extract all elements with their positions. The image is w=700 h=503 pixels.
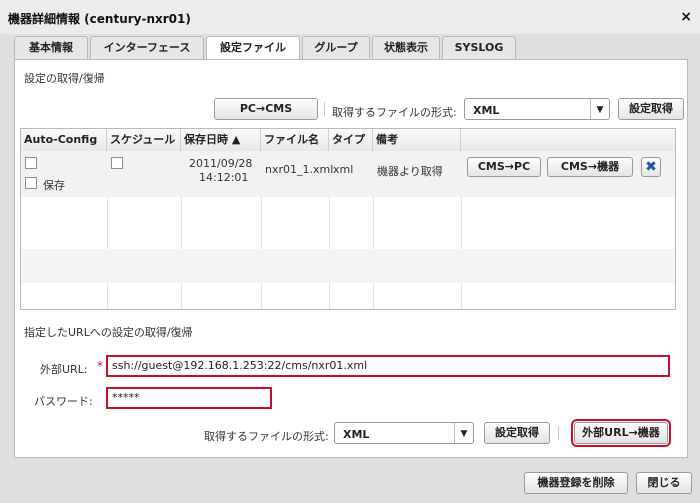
table-row-empty — [21, 249, 675, 283]
required-mark: * — [97, 359, 103, 373]
url-format-label: 取得するファイルの形式: — [204, 430, 329, 443]
tab-syslog[interactable]: SYSLOG — [442, 36, 516, 59]
device-detail-dialog: 機器詳細情報 (century-nxr01) × 基本情報 インターフェース 設… — [0, 0, 700, 503]
table-header: Auto-Config スケジュール 保存日時 ▲ ファイル名 タイプ 備考 — [21, 129, 675, 152]
url-label: 外部URL: — [40, 363, 88, 376]
external-url-input[interactable]: ssh://guest@192.168.1.253:22/cms/nxr01.x… — [106, 355, 670, 377]
cms-to-device-button[interactable]: CMS→機器 — [547, 157, 633, 177]
pc-to-cms-button[interactable]: PC→CMS — [214, 98, 318, 120]
format-select[interactable]: XML ▼ — [464, 98, 610, 120]
col-auto-config[interactable]: Auto-Config — [21, 129, 107, 151]
col-saved-datetime[interactable]: 保存日時 ▲ — [181, 129, 261, 151]
save-label: 保存 — [43, 179, 65, 192]
saved-date: 2011/09/28 — [189, 157, 253, 170]
get-config-button[interactable]: 設定取得 — [618, 98, 684, 120]
url-format-select[interactable]: XML ▼ — [334, 422, 474, 444]
chevron-down-icon: ▼ — [590, 99, 609, 119]
tab-config-files[interactable]: 設定ファイル — [206, 36, 300, 61]
schedule-checkbox[interactable] — [111, 157, 123, 169]
title-bar: 機器詳細情報 (century-nxr01) × — [0, 0, 700, 34]
format-label: 取得するファイルの形式: — [332, 106, 457, 119]
url-to-device-button[interactable]: 外部URL→機器 — [571, 419, 671, 447]
saved-time: 14:12:01 — [199, 171, 249, 184]
close-icon[interactable]: × — [680, 9, 692, 25]
section-get-restore-label: 設定の取得/復帰 — [24, 72, 105, 85]
toolbar-divider — [324, 102, 325, 116]
tab-groups[interactable]: グループ — [302, 36, 370, 59]
section-url-label: 指定したURLへの設定の取得/復帰 — [24, 326, 193, 339]
close-button[interactable]: 閉じる — [636, 472, 692, 494]
save-checkbox[interactable] — [25, 177, 37, 189]
delete-device-registration-button[interactable]: 機器登録を削除 — [524, 472, 628, 494]
col-note[interactable]: 備考 — [373, 129, 461, 151]
dialog-title: 機器詳細情報 (century-nxr01) — [8, 12, 191, 26]
tab-basic-info[interactable]: 基本情報 — [14, 36, 88, 59]
config-file-table: Auto-Config スケジュール 保存日時 ▲ ファイル名 タイプ 備考 保… — [20, 128, 676, 310]
tab-status[interactable]: 状態表示 — [372, 36, 440, 59]
type-cell: xml — [333, 163, 354, 176]
col-actions — [461, 129, 675, 151]
cms-to-pc-button[interactable]: CMS→PC — [467, 157, 541, 177]
password-label: パスワード: — [34, 395, 93, 408]
delete-icon[interactable]: ✖ — [641, 157, 661, 177]
tab-interfaces[interactable]: インターフェース — [90, 36, 204, 59]
url-get-config-button[interactable]: 設定取得 — [484, 422, 550, 444]
url-toolbar-divider — [558, 426, 559, 440]
format-select-value: XML — [473, 104, 500, 117]
auto-config-checkbox[interactable] — [25, 157, 37, 169]
col-filename[interactable]: ファイル名 — [261, 129, 329, 151]
url-format-select-value: XML — [343, 428, 370, 441]
chevron-down-icon: ▼ — [454, 423, 473, 443]
col-schedule[interactable]: スケジュール — [107, 129, 181, 151]
filename-cell: nxr01_1.xml — [265, 163, 334, 176]
password-input[interactable]: ***** — [106, 387, 272, 409]
col-type[interactable]: タイプ — [329, 129, 373, 151]
note-cell: 機器より取得 — [377, 165, 443, 178]
